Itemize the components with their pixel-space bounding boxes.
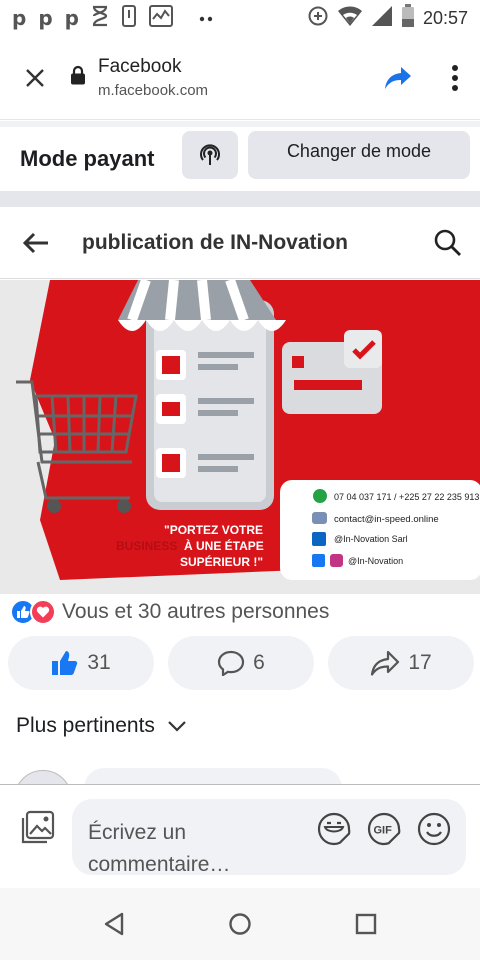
emoji-button[interactable]: [416, 811, 452, 847]
broadcast-icon: [200, 144, 220, 165]
square-recents-icon: [355, 913, 377, 935]
slogan-line-3: SUPÉRIEUR !": [180, 554, 263, 569]
sort-label: Plus pertinents: [16, 714, 155, 737]
add-photo-button[interactable]: [18, 809, 56, 847]
sticker-button[interactable]: [316, 811, 352, 847]
contact-linkedin: @In-Novation Sarl: [334, 534, 408, 544]
post-header: publication de IN-Novation: [0, 207, 480, 279]
wifi-icon: [337, 5, 363, 32]
comment-composer: Écrivez un commentaire… GIF: [0, 784, 480, 888]
like-count: 31: [87, 651, 111, 674]
more-vertical-icon: [452, 64, 458, 91]
signal-icon: [371, 5, 393, 32]
search-button[interactable]: [416, 207, 480, 279]
data-mode-row: Mode payant Changer de mode: [0, 127, 480, 191]
thumbs-up-icon: [52, 651, 78, 675]
url-bar[interactable]: Facebook m.facebook.com: [70, 56, 366, 99]
chevron-down-icon: [168, 721, 186, 732]
share-icon: [371, 650, 400, 676]
data-saver-icon: [307, 5, 329, 32]
nav-back-button[interactable]: [94, 904, 134, 944]
chart-icon: [148, 4, 173, 32]
system-navigation-bar: [0, 888, 480, 960]
comment-placeholder: Écrivez un commentaire…: [88, 821, 231, 876]
post-title: publication de IN-Novation: [82, 230, 348, 254]
post-image[interactable]: "PORTEZ VOTRE BUSINESS À UNE ÉTAPE SUPÉR…: [0, 280, 480, 594]
circle-home-icon: [229, 913, 251, 935]
share-count: 17: [408, 651, 432, 674]
like-button[interactable]: 31: [8, 636, 154, 690]
comment-sort-dropdown[interactable]: Plus pertinents: [16, 710, 187, 742]
gif-button[interactable]: GIF: [366, 811, 402, 847]
contact-email: contact@in-speed.online: [334, 514, 439, 525]
sticker-icon: [317, 812, 351, 846]
back-button[interactable]: [0, 207, 72, 279]
comment-bubble-icon: [218, 650, 245, 676]
hourglass-icon: [91, 5, 109, 32]
reactions-text: Vous et 30 autres personnes: [62, 600, 330, 623]
change-mode-button[interactable]: Changer de mode: [248, 131, 470, 179]
nav-home-button[interactable]: [220, 904, 260, 944]
share-page-button[interactable]: [366, 36, 430, 120]
close-tab-button[interactable]: [0, 36, 70, 120]
browser-toolbar: Facebook m.facebook.com: [0, 36, 480, 120]
slogan-line-2: À UNE ÉTAPE: [184, 538, 264, 553]
phone-icon: [121, 4, 137, 32]
lock-icon: [70, 65, 86, 90]
page-title: Facebook: [98, 56, 182, 77]
mode-label: Mode payant: [20, 146, 155, 171]
triangle-back-icon: [104, 912, 124, 936]
search-icon: [434, 229, 461, 256]
mode-info-button[interactable]: [182, 131, 238, 179]
comment-count: 6: [253, 651, 265, 674]
p-icon: p: [64, 6, 79, 30]
back-arrow-icon: [23, 232, 48, 253]
p-icon: p: [12, 6, 27, 30]
status-bar: p p p 20:57: [0, 0, 480, 36]
contact-phone: 07 04 037 171 / +225 27 22 235 913: [334, 492, 479, 502]
close-icon: [26, 68, 44, 87]
slogan-business: BUSINESS: [116, 539, 177, 553]
svg-text:GIF: GIF: [374, 825, 393, 837]
overflow-menu-button[interactable]: [430, 36, 480, 120]
p-icon: p: [38, 6, 53, 30]
emoji-icon: [417, 812, 451, 846]
contact-social: @In-Novation: [348, 556, 403, 566]
nav-recents-button[interactable]: [346, 904, 386, 944]
battery-icon: [401, 3, 415, 33]
divider: [0, 191, 480, 207]
reactions-summary[interactable]: Vous et 30 autres personnes: [10, 597, 329, 627]
clock: 20:57: [422, 7, 468, 28]
more-dots-icon: [199, 9, 213, 27]
slogan-line-1: "PORTEZ VOTRE: [164, 523, 263, 537]
love-reaction-icon: [30, 599, 56, 625]
photo-icon: [21, 810, 55, 844]
comment-button[interactable]: 6: [168, 636, 314, 690]
url-host: m.facebook.com: [98, 82, 209, 99]
gif-icon: GIF: [367, 812, 401, 846]
share-arrow-icon: [385, 66, 411, 89]
comment-input[interactable]: Écrivez un commentaire… GIF: [72, 799, 466, 876]
share-button[interactable]: 17: [328, 636, 474, 690]
